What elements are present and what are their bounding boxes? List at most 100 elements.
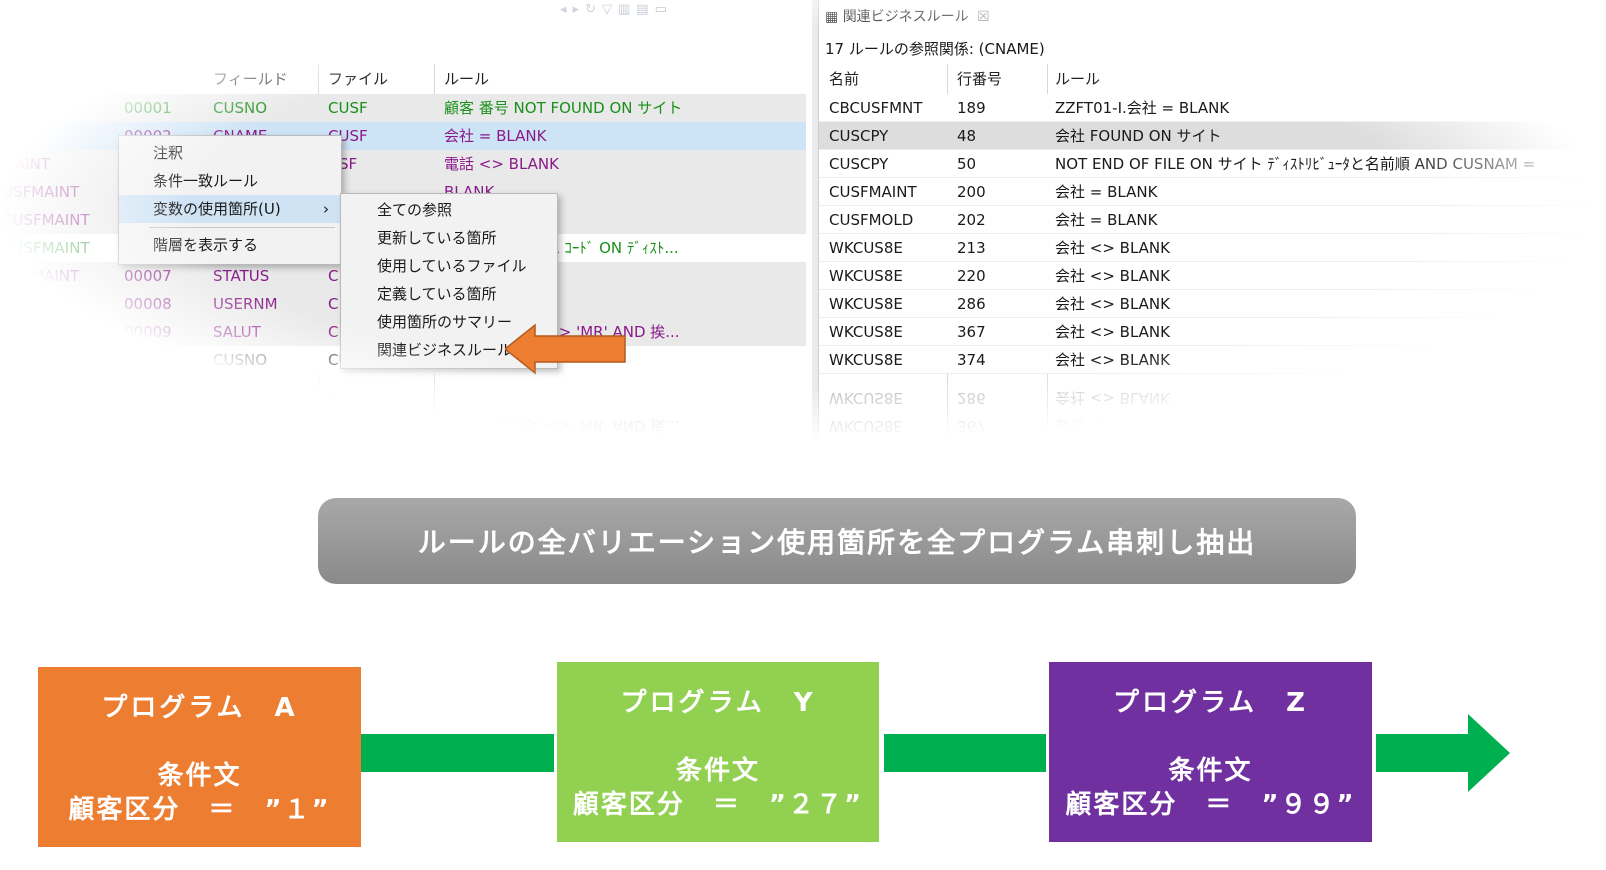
submenu-item-defining-locations[interactable]: 定義している箇所 xyxy=(341,280,557,308)
cell-seq: 00001 xyxy=(124,99,172,117)
cell-rule: K AND 挨拶文 <> 'MR' AND 挨... xyxy=(444,417,680,435)
table-row[interactable]: WKCUS8E 286 会社 <> BLANK xyxy=(819,290,1606,318)
cell-rule: 会社 <> BLANK xyxy=(1055,417,1170,435)
cell-seq: 00010 xyxy=(124,351,172,369)
table-row[interactable]: WKCUS8E 374 会社 <> BLANK xyxy=(819,346,1606,374)
cell-file: USF xyxy=(328,155,358,173)
cell-line: 374 xyxy=(957,351,986,369)
column-header-file[interactable]: ファイル xyxy=(328,68,388,89)
table-row[interactable]: WKCUS8E 213 会社 <> BLANK xyxy=(819,234,1606,262)
cell-line: 213 xyxy=(957,239,986,257)
cell-line: 189 xyxy=(957,99,986,117)
back-icon[interactable]: ◂ xyxy=(560,2,573,17)
table-row[interactable]: CBCUSFMNT 189 ZZFT01-I.会社 = BLANK xyxy=(819,94,1606,122)
menu-separator xyxy=(149,227,335,228)
view-toolbar[interactable]: ◂▸↻▽▥▤▭ xyxy=(560,2,810,28)
cell-field: CUSNO xyxy=(213,445,268,463)
layout-icon[interactable]: ▥ xyxy=(618,2,636,17)
cell-name: WKCUS8E xyxy=(829,267,903,285)
context-menu: 注釈 条件一致ルール 変数の使用箇所(U) › 階層を表示する xyxy=(118,135,342,265)
cell-field: CUSNO xyxy=(213,351,268,369)
cell-rule: 会社 <> BLANK xyxy=(1055,267,1170,285)
callout-arrow-icon xyxy=(505,323,626,375)
minimize-icon[interactable]: ▭ xyxy=(655,2,673,17)
cell-rule: NOT END OF FILE ON サイト ﾃﾞｨｽﾄﾘﾋﾞｭｰﾀと名前順 A… xyxy=(1055,155,1536,173)
rules-view-icon: ▦ xyxy=(825,9,839,25)
cell-field: USERNM xyxy=(213,389,278,407)
table-reflection: MAINT 00008 USERNM C 00009 SALUT C K AND 挨拶文 <>… xyxy=(0,378,812,468)
table-row[interactable]: WKCUS8E 220 会社 <> BLANK xyxy=(819,262,1606,290)
cell-file: CUSF xyxy=(328,99,368,117)
cell-seq: 00007 xyxy=(124,267,172,285)
column-header-rule[interactable]: ルール xyxy=(444,68,489,89)
menu-item-annotation[interactable]: 注釈 xyxy=(119,139,341,167)
cell-file: CUSF xyxy=(328,127,368,145)
table-row[interactable]: CUSFMOLD 202 会社 = BLANK xyxy=(819,206,1606,234)
cell-field: STATUS xyxy=(213,267,270,285)
program-a-box: プログラム A 条件文 顧客区分 ＝ ”１” xyxy=(38,667,361,847)
cell-name: WKCUS8E xyxy=(829,389,903,407)
export-icon[interactable]: ▤ xyxy=(636,2,654,17)
cell-file: CUSF xyxy=(328,445,368,463)
menu-item-condition-rule[interactable]: 条件一致ルール xyxy=(119,167,341,195)
cell-name: WKCUS8E xyxy=(829,239,903,257)
flow-connector xyxy=(884,734,1046,772)
menu-item-variable-usage[interactable]: 変数の使用箇所(U) › xyxy=(119,195,341,223)
refresh-icon[interactable]: ↻ xyxy=(585,2,602,17)
cell-rule: 会社 <> BLANK xyxy=(1055,445,1170,463)
cell-line: 220 xyxy=(957,267,986,285)
cell-line: 286 xyxy=(957,389,986,407)
condition-value: 顧客区分 ＝ ”１” xyxy=(68,795,331,825)
cell-line: 367 xyxy=(957,323,986,341)
table-row[interactable]: CUSCPY 48 会社 FOUND ON サイト xyxy=(819,122,1606,150)
column-header-name[interactable]: 名前 xyxy=(829,68,859,89)
submenu-item-files-used[interactable]: 使用しているファイル xyxy=(341,252,557,280)
tab-related-business-rules[interactable]: ▦ 関連ビジネスルール ☒ xyxy=(825,6,990,26)
cell-program: MAINT xyxy=(2,389,51,407)
table-row[interactable]: 00001 CUSNO CUSF 顧客 番号 NOT FOUND ON サイト xyxy=(0,94,806,122)
cell-rule: 会社 = BLANK xyxy=(1055,183,1158,201)
cell-field: SALUT xyxy=(213,323,261,341)
forward-icon[interactable]: ▸ xyxy=(573,2,586,17)
chevron-right-icon: › xyxy=(323,200,329,218)
program-z-box: プログラム Z 条件文 顧客区分 ＝ ”９９” xyxy=(1049,662,1372,842)
condition-label: 条件文 xyxy=(1168,756,1253,786)
condition-value: 顧客区分 ＝ ”９９” xyxy=(1065,790,1356,820)
cell-rule: 顧客 番号 NOT FOUND ON サイト xyxy=(444,99,683,117)
cell-program: USFMAINT xyxy=(2,267,80,285)
filter-icon[interactable]: ▽ xyxy=(602,2,618,17)
cell-rule: 会社 <> BLANK xyxy=(1055,389,1170,407)
column-header-rule[interactable]: ルール xyxy=(1055,68,1100,89)
program-name: プログラム Z xyxy=(1112,688,1309,718)
submenu-item-updating-locations[interactable]: 更新している箇所 xyxy=(341,224,557,252)
menu-item-label: 変数の使用箇所(U) xyxy=(153,200,281,218)
column-header-line[interactable]: 行番号 xyxy=(957,68,1002,89)
condition-value: 顧客区分 ＝ ”２７” xyxy=(572,790,864,820)
program-name: プログラム Y xyxy=(620,688,816,718)
summary-banner: ルールの全バリエーション使用箇所を全プログラム串刺し抽出 xyxy=(318,498,1356,584)
submenu-item-all-references[interactable]: 全ての参照 xyxy=(341,196,557,224)
tab-close-icon[interactable]: ☒ xyxy=(977,9,990,25)
cell-program: MAINT xyxy=(2,155,51,173)
table-row[interactable]: CUSFMAINT 200 会社 = BLANK xyxy=(819,178,1606,206)
table-row[interactable]: WKCUS8E 367 会社 <> BLANK xyxy=(819,318,1606,346)
cell-line: 200 xyxy=(957,183,986,201)
cell-name: CUSCPY xyxy=(829,127,889,145)
table-row[interactable]: CUSCPY 50 NOT END OF FILE ON サイト ﾃﾞｨｽﾄﾘﾋﾞｭ… xyxy=(819,150,1606,178)
cell-rule: 会社 = BLANK xyxy=(444,127,547,145)
cell-line: 50 xyxy=(957,155,977,173)
cell-rule: 会社 <> BLANK xyxy=(1055,323,1170,341)
cell-seq: 00009 xyxy=(124,323,172,341)
column-header-field[interactable]: フィールド xyxy=(213,68,288,89)
cell-name: WKCUS8E xyxy=(829,351,903,369)
cell-line: 367 xyxy=(957,417,986,435)
table-reflection: WKCUS8E 286 会社 <> BLANK WKCUS8E 367 会社 <> BLA… xyxy=(819,378,1606,468)
cell-rule: 会社 <> BLANK xyxy=(1055,239,1170,257)
cell-name: CBCUSFMNT xyxy=(829,99,923,117)
cell-seq: 00008 xyxy=(124,389,172,407)
reference-summary: 17 ルールの参照関係: (CNAME) xyxy=(825,40,1045,58)
menu-item-show-hierarchy[interactable]: 階層を表示する xyxy=(119,231,341,259)
cell-program: MAINT xyxy=(2,295,51,313)
cell-rule: 会社 = BLANK xyxy=(1055,211,1158,229)
cell-name: WKCUS8E xyxy=(829,445,903,463)
